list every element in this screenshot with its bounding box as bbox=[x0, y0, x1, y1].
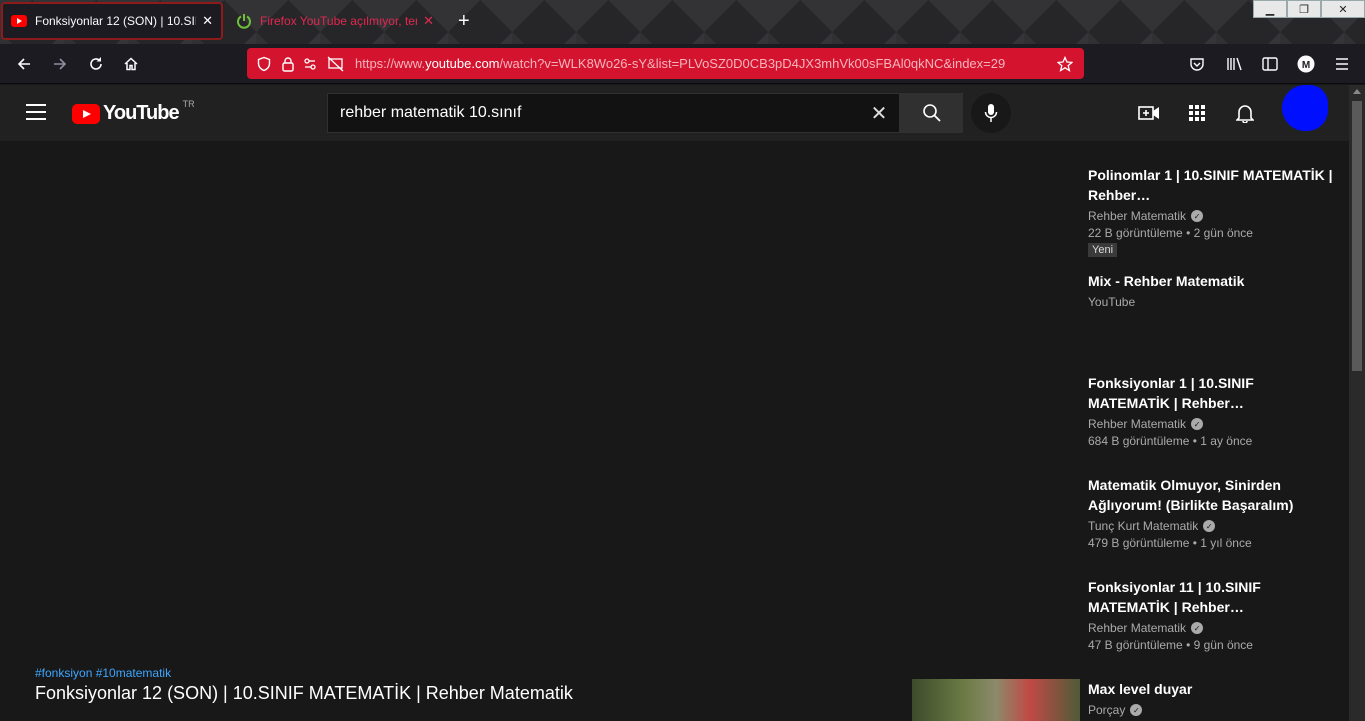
youtube-logo[interactable]: YouTube TR bbox=[72, 98, 195, 125]
channel-label: Rehber Matematik bbox=[1088, 417, 1187, 431]
sidebar-toggle-icon[interactable] bbox=[1260, 54, 1280, 74]
lock-icon[interactable] bbox=[279, 55, 297, 73]
video-thumbnail[interactable] bbox=[912, 679, 1080, 721]
apps-grid-icon[interactable] bbox=[1185, 101, 1209, 125]
channel-name: Rehber Matematik ✓ bbox=[1088, 209, 1333, 223]
verified-check-icon: ✓ bbox=[1191, 210, 1204, 222]
list-item[interactable]: Max level duyar Porçay ✓ bbox=[1088, 679, 1333, 717]
permissions-icon[interactable] bbox=[303, 55, 321, 73]
url-text[interactable]: https://www.youtube.com/watch?v=WLK8Wo26… bbox=[355, 56, 1054, 71]
list-item[interactable]: Polinomlar 1 | 10.SINIF MATEMATİK | Rehb… bbox=[1088, 165, 1333, 258]
reload-icon[interactable] bbox=[86, 54, 106, 74]
channel-name: Tunç Kurt Matematik ✓ bbox=[1088, 519, 1333, 533]
clear-search-icon[interactable]: ✕ bbox=[859, 101, 899, 126]
channel-name: YouTube bbox=[1088, 295, 1333, 309]
tab-title: Firefox YouTube açılmıyor, ter bbox=[260, 14, 418, 28]
voice-search-button[interactable] bbox=[971, 93, 1011, 133]
country-code: TR bbox=[182, 98, 195, 109]
minimize-button[interactable]: ▁ bbox=[1253, 0, 1287, 18]
list-item[interactable]: Fonksiyonlar 11 | 10.SINIF MATEMATİK | R… bbox=[1088, 577, 1333, 652]
url-prefix: https://www. bbox=[355, 56, 426, 71]
close-window-button[interactable]: ✕ bbox=[1321, 0, 1365, 18]
forward-arrow-icon[interactable] bbox=[50, 54, 70, 74]
tab-title: Fonksiyonlar 12 (SON) | 10.SINIF bbox=[35, 14, 196, 28]
recommendation-title: Max level duyar bbox=[1088, 681, 1193, 697]
home-icon[interactable] bbox=[121, 54, 141, 74]
list-item[interactable]: Matematik Olmuyor, Sinirden Ağlıyorum! (… bbox=[1088, 475, 1333, 550]
channel-label: Tunç Kurt Matematik bbox=[1088, 519, 1199, 533]
video-title: Fonksiyonlar 12 (SON) | 10.SINIF MATEMAT… bbox=[35, 683, 573, 703]
avatar[interactable] bbox=[1282, 85, 1328, 131]
scrollbar-thumb[interactable] bbox=[1352, 101, 1362, 371]
video-player[interactable] bbox=[0, 141, 1075, 661]
tab-close-icon[interactable]: ✕ bbox=[423, 13, 434, 29]
screen-share-blocked-icon[interactable] bbox=[327, 55, 345, 73]
notifications-bell-icon[interactable] bbox=[1233, 101, 1257, 125]
list-item[interactable]: Mix - Rehber Matematik YouTube bbox=[1088, 271, 1333, 309]
search-button[interactable] bbox=[900, 93, 963, 133]
hamburger-menu-icon[interactable] bbox=[1332, 54, 1352, 74]
channel-name: Rehber Matematik ✓ bbox=[1088, 621, 1333, 635]
new-badge: Yeni bbox=[1088, 243, 1118, 257]
verified-check-icon: ✓ bbox=[1203, 520, 1216, 532]
logo-text: YouTube bbox=[103, 102, 180, 124]
tab-inactive[interactable]: Firefox YouTube açılmıyor, ter ✕ bbox=[228, 2, 442, 40]
youtube-header: YouTube TR ✕ bbox=[0, 85, 1349, 141]
verified-check-icon: ✓ bbox=[1191, 622, 1204, 634]
tab-active[interactable]: Fonksiyonlar 12 (SON) | 10.SINIF ✕ bbox=[1, 2, 223, 40]
profile-initial: M bbox=[1302, 60, 1310, 71]
new-tab-button[interactable]: + bbox=[458, 10, 470, 32]
guide-menu-icon[interactable] bbox=[26, 104, 46, 122]
recommendation-title: Mix - Rehber Matematik bbox=[1088, 273, 1245, 289]
youtube-favicon-icon bbox=[11, 13, 27, 29]
scroll-up-arrow-icon[interactable] bbox=[1353, 89, 1361, 94]
verified-check-icon: ✓ bbox=[1191, 418, 1204, 430]
channel-name: Rehber Matematik ✓ bbox=[1088, 417, 1333, 431]
pocket-icon[interactable] bbox=[1187, 54, 1207, 74]
video-stats: 47 B görüntüleme • 9 gün önce bbox=[1088, 638, 1253, 652]
search-box: ✕ bbox=[327, 93, 900, 133]
power-icon bbox=[236, 13, 252, 29]
back-arrow-icon[interactable] bbox=[14, 54, 34, 74]
url-path: /watch?v=WLK8Wo26-sY&list=PLVoSZ0D0CB3pD… bbox=[499, 56, 1006, 71]
bookmark-star-icon[interactable] bbox=[1054, 55, 1076, 72]
tracking-shield-icon[interactable] bbox=[255, 55, 273, 73]
video-stats: 684 B görüntüleme • 1 ay önce bbox=[1088, 434, 1253, 448]
channel-label: Porçay bbox=[1088, 703, 1126, 717]
video-stats: 22 B görüntüleme • 2 gün önce bbox=[1088, 226, 1253, 240]
channel-label: YouTube bbox=[1088, 295, 1136, 309]
recommendation-title: Polinomlar 1 | 10.SINIF MATEMATİK | Rehb… bbox=[1088, 167, 1333, 203]
navigation-toolbar: https://www.youtube.com/watch?v=WLK8Wo26… bbox=[0, 44, 1365, 84]
tab-strip: Fonksiyonlar 12 (SON) | 10.SINIF ✕ Firef… bbox=[0, 0, 1365, 44]
window-controls: ▁ ❐ ✕ bbox=[1253, 0, 1365, 18]
recommendation-title: Fonksiyonlar 11 | 10.SINIF MATEMATİK | R… bbox=[1088, 579, 1261, 615]
verified-check-icon: ✓ bbox=[1130, 704, 1143, 716]
recommendation-title: Fonksiyonlar 1 | 10.SINIF MATEMATİK | Re… bbox=[1088, 375, 1254, 411]
library-icon[interactable] bbox=[1225, 54, 1245, 74]
tab-close-icon[interactable]: ✕ bbox=[202, 13, 213, 29]
channel-label: Rehber Matematik bbox=[1088, 621, 1187, 635]
page-scrollbar[interactable] bbox=[1349, 85, 1365, 721]
create-video-icon[interactable] bbox=[1137, 101, 1161, 125]
channel-label: Rehber Matematik bbox=[1088, 209, 1187, 223]
url-domain: youtube.com bbox=[425, 56, 500, 71]
youtube-play-icon bbox=[72, 103, 100, 124]
account-avatar-icon[interactable]: M bbox=[1296, 54, 1316, 74]
list-item[interactable]: Fonksiyonlar 1 | 10.SINIF MATEMATİK | Re… bbox=[1088, 373, 1333, 448]
recommendation-title: Matematik Olmuyor, Sinirden Ağlıyorum! (… bbox=[1088, 477, 1294, 513]
search-icon bbox=[922, 104, 941, 122]
search-input[interactable] bbox=[328, 103, 859, 123]
channel-name: Porçay ✓ bbox=[1088, 703, 1333, 717]
address-bar[interactable]: https://www.youtube.com/watch?v=WLK8Wo26… bbox=[247, 48, 1084, 79]
microphone-icon bbox=[984, 104, 998, 122]
video-hashtags[interactable]: #fonksiyon #10matematik bbox=[35, 666, 171, 680]
video-stats: 479 B görüntüleme • 1 yıl önce bbox=[1088, 536, 1252, 550]
restore-button[interactable]: ❐ bbox=[1287, 0, 1321, 18]
